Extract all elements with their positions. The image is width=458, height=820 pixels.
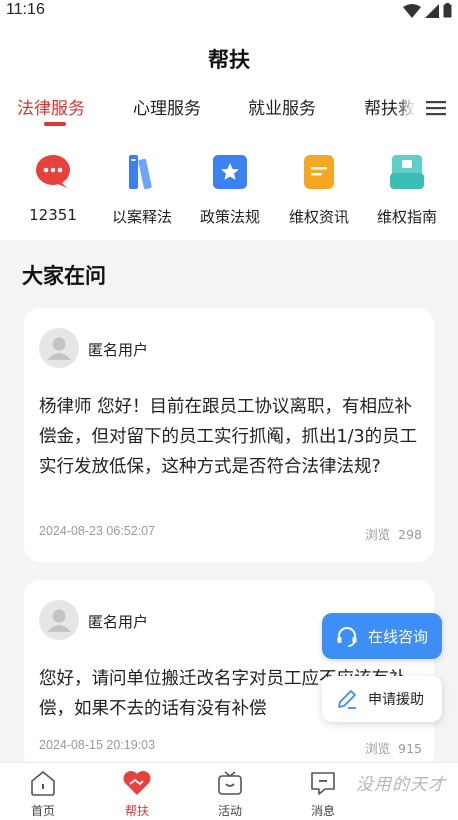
nav-label: 首页 (30, 804, 55, 818)
news-icon (299, 152, 339, 192)
online-consult-label: 在线咨询 (368, 627, 429, 646)
battery-icon (443, 3, 452, 18)
service-label: 维权指南 (376, 208, 437, 226)
view-count: 浏览 915 (365, 738, 422, 757)
tab-psychological-service[interactable]: 心理服务 (133, 94, 201, 119)
nav-assistance[interactable]: 帮扶 (102, 769, 172, 819)
chat-bubble-icon (33, 152, 73, 192)
active-tab-indicator (44, 122, 66, 126)
star-doc-icon (210, 152, 250, 192)
question-text: 杨律师 您好！目前在跟员工协议离职，有相应补偿金，但对留下的员工实行抓阄，抓出1… (39, 397, 418, 477)
menu-icon (426, 101, 446, 116)
service-grid: 12351 以案释法 政策法规 维权资讯 维权指南 (0, 134, 458, 240)
pencil-icon (338, 690, 356, 709)
nav-home[interactable]: 首页 (8, 769, 78, 819)
activity-icon (215, 769, 245, 797)
tab-legal-service[interactable]: 法律服务 (17, 94, 85, 119)
service-rights-guide[interactable]: 维权指南 (362, 152, 452, 227)
nav-label: 帮扶 (124, 804, 149, 818)
page-title: 帮扶 (208, 48, 250, 72)
service-label: 以案释法 (111, 208, 172, 226)
tab-assistance[interactable]: 帮扶救 (364, 94, 415, 119)
books-icon (122, 152, 162, 192)
guide-icon (387, 152, 427, 192)
view-count: 浏览 298 (365, 524, 422, 543)
status-bar: 11:16 (0, 0, 458, 24)
views-label: 浏览 (365, 741, 391, 756)
watermark: 没用的天才 (356, 775, 446, 795)
handshake-icon (122, 769, 152, 797)
tab-menu-button[interactable] (414, 90, 458, 126)
message-icon (308, 769, 338, 797)
status-time: 11:16 (6, 1, 45, 18)
nav-activity[interactable]: 活动 (195, 769, 265, 819)
tab-employment-service[interactable]: 就业服务 (248, 94, 316, 119)
question-date: 2024-08-23 06:52:07 (39, 524, 156, 538)
nav-messages[interactable]: 消息 (288, 769, 358, 819)
avatar (39, 600, 79, 640)
nav-label: 消息 (310, 804, 335, 818)
section-title: 大家在问 (22, 264, 106, 288)
user-name: 匿名用户 (88, 341, 149, 359)
online-consult-button[interactable]: 在线咨询 (322, 613, 442, 659)
headset-icon (337, 627, 357, 647)
question-date: 2024-08-15 20:19:03 (39, 738, 156, 752)
question-card[interactable]: 匿名用户 您好，请问单位搬迁改名字对员工应不应该有补偿，如果不去的话有没有补偿 … (24, 580, 434, 770)
wifi-icon (403, 3, 421, 18)
apply-aid-label: 申请援助 (368, 692, 424, 708)
views-label: 浏览 (365, 527, 391, 542)
signal-icon (425, 3, 439, 18)
user-name: 匿名用户 (88, 613, 149, 631)
apply-aid-button[interactable]: 申请援助 (322, 676, 442, 722)
service-case-study[interactable]: 以案释法 (97, 152, 187, 227)
service-label: 维权资讯 (288, 208, 349, 226)
avatar (39, 328, 79, 368)
status-icons (403, 3, 452, 18)
views-number: 915 (398, 741, 422, 756)
service-policy[interactable]: 政策法规 (185, 152, 275, 227)
nav-label: 活动 (217, 804, 242, 818)
service-rights-news[interactable]: 维权资讯 (274, 152, 364, 227)
tab-bar: 法律服务 心理服务 就业服务 帮扶救 (0, 94, 458, 124)
service-label: 12351 (29, 206, 77, 224)
question-card[interactable]: 匿名用户 杨律师 您好！目前在跟员工协议离职，有相应补偿金，但对留下的员工实行抓… (24, 308, 434, 562)
service-label: 政策法规 (199, 208, 260, 226)
home-icon (28, 769, 58, 797)
service-12351[interactable]: 12351 (8, 152, 98, 224)
views-number: 298 (398, 527, 422, 542)
